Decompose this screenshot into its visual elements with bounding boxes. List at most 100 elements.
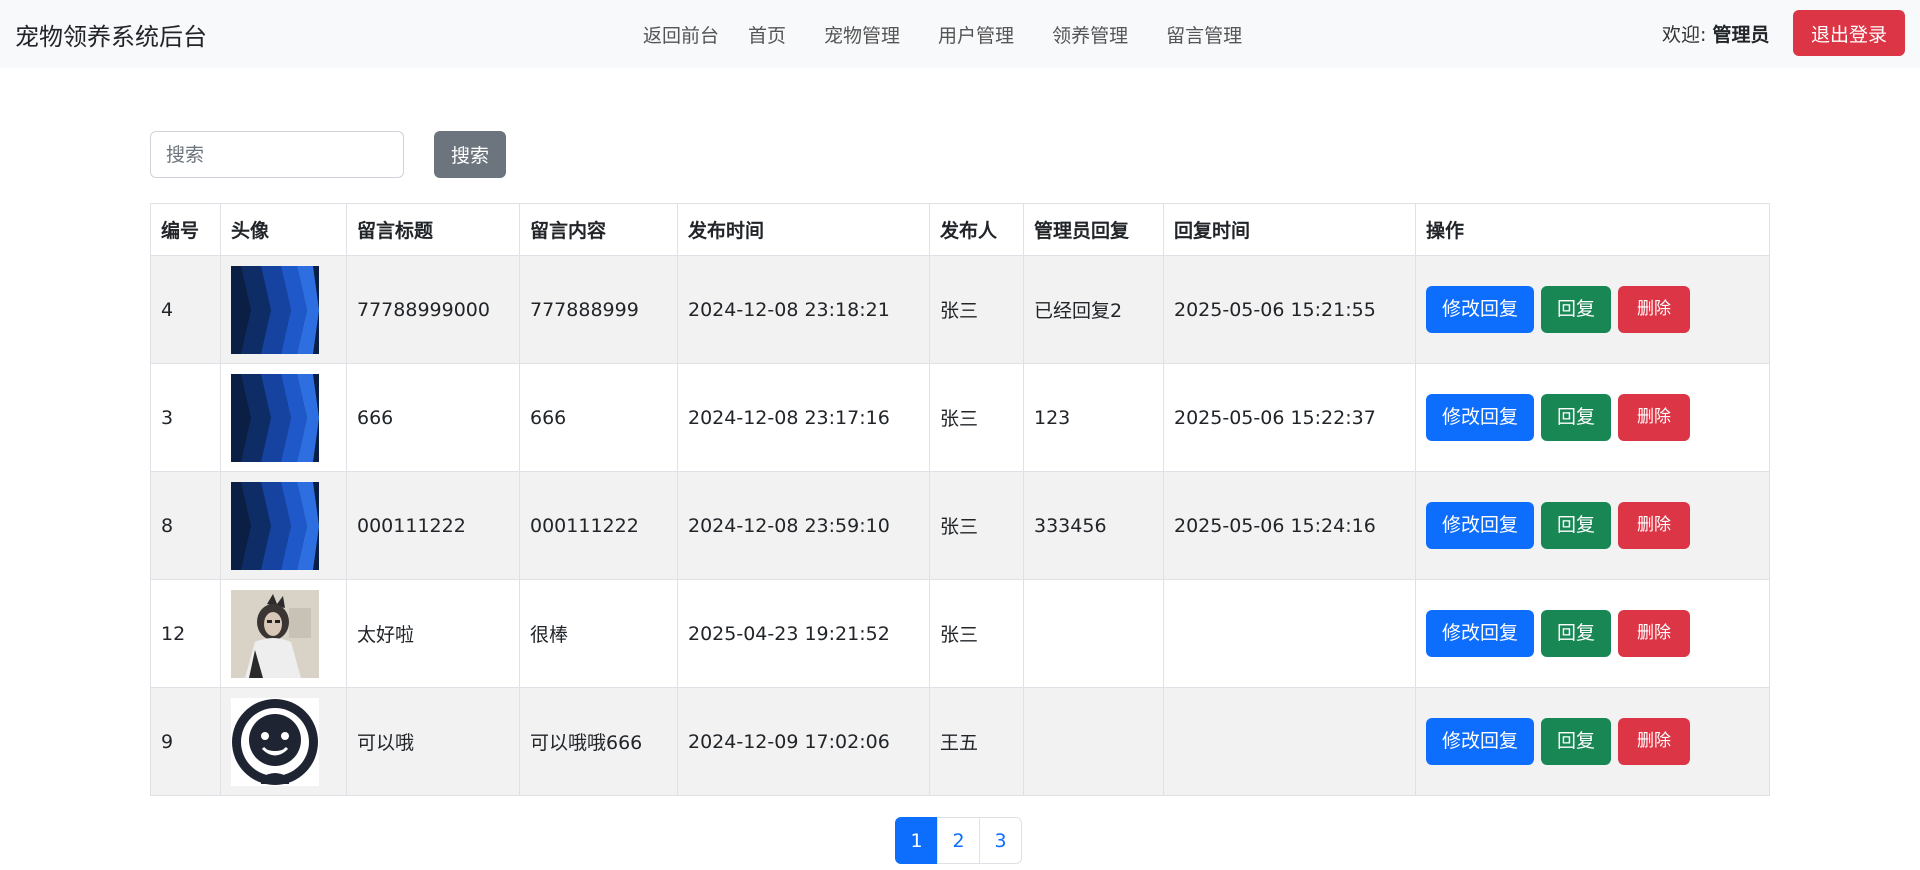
cell-admin-reply — [1023, 579, 1164, 688]
pagination: 1 2 3 — [895, 817, 1022, 864]
table-row: 4 77788999000 777888999 2024-12-08 23:18… — [150, 255, 1770, 364]
photo-avatar — [231, 589, 319, 678]
header-id: 编号 — [150, 203, 221, 256]
cell-reply-time: 2025-05-06 15:22:37 — [1163, 363, 1416, 472]
cell-content: 777888999 — [519, 255, 678, 364]
cell-id: 12 — [150, 579, 221, 688]
cell-actions: 修改回复 回复 删除 — [1415, 471, 1770, 580]
cell-avatar — [220, 363, 347, 472]
page-2-button[interactable]: 2 — [937, 817, 980, 864]
cell-author: 王五 — [929, 687, 1024, 796]
reply-button[interactable]: 回复 — [1541, 286, 1612, 333]
cell-reply-time: 2025-05-06 15:21:55 — [1163, 255, 1416, 364]
blue-pattern-avatar — [231, 481, 319, 570]
delete-button[interactable]: 删除 — [1618, 718, 1691, 765]
nav-message-management[interactable]: 留言管理 — [1147, 21, 1261, 48]
edit-reply-button[interactable]: 修改回复 — [1426, 610, 1535, 657]
smiley-avatar — [231, 697, 319, 786]
edit-reply-button[interactable]: 修改回复 — [1426, 286, 1535, 333]
main-nav: 返回前台 首页 宠物管理 用户管理 领养管理 留言管理 — [631, 0, 1261, 68]
table-header-row: 编号 头像 留言标题 留言内容 发布时间 发布人 管理员回复 回复时间 操作 — [150, 203, 1770, 256]
edit-reply-button[interactable]: 修改回复 — [1426, 394, 1535, 441]
cell-title: 666 — [346, 363, 520, 472]
delete-button[interactable]: 删除 — [1618, 502, 1691, 549]
header-content: 留言内容 — [519, 203, 678, 256]
top-navbar: 宠物领养系统后台 返回前台 首页 宠物管理 用户管理 领养管理 留言管理 欢迎:… — [0, 0, 1920, 68]
search-input[interactable] — [150, 131, 404, 178]
cell-title: 77788999000 — [346, 255, 520, 364]
header-actions: 操作 — [1415, 203, 1770, 256]
cell-actions: 修改回复 回复 删除 — [1415, 255, 1770, 364]
header-reply-time: 回复时间 — [1163, 203, 1416, 256]
cell-actions: 修改回复 回复 删除 — [1415, 363, 1770, 472]
message-table: 编号 头像 留言标题 留言内容 发布时间 发布人 管理员回复 回复时间 操作 4 — [150, 203, 1770, 796]
blue-pattern-avatar — [231, 265, 319, 354]
cell-publish-time: 2024-12-09 17:02:06 — [677, 687, 930, 796]
header-admin-reply: 管理员回复 — [1023, 203, 1164, 256]
cell-admin-reply — [1023, 687, 1164, 796]
page-3-button[interactable]: 3 — [979, 817, 1022, 864]
search-button[interactable]: 搜索 — [434, 131, 506, 178]
reply-button[interactable]: 回复 — [1541, 718, 1612, 765]
cell-avatar — [220, 471, 347, 580]
delete-button[interactable]: 删除 — [1618, 286, 1691, 333]
cell-title: 可以哦 — [346, 687, 520, 796]
reply-button[interactable]: 回复 — [1541, 610, 1612, 657]
cell-author: 张三 — [929, 579, 1024, 688]
cell-content: 可以哦哦666 — [519, 687, 678, 796]
delete-button[interactable]: 删除 — [1618, 394, 1691, 441]
cell-title: 太好啦 — [346, 579, 520, 688]
cell-content: 很棒 — [519, 579, 678, 688]
reply-button[interactable]: 回复 — [1541, 394, 1612, 441]
cell-author: 张三 — [929, 363, 1024, 472]
welcome-text: 欢迎: 管理员 — [1662, 20, 1769, 47]
header-title: 留言标题 — [346, 203, 520, 256]
page-1-button[interactable]: 1 — [895, 817, 938, 864]
logout-button[interactable]: 退出登录 — [1793, 10, 1905, 56]
nav-pet-management[interactable]: 宠物管理 — [805, 21, 919, 48]
header-publish-time: 发布时间 — [677, 203, 930, 256]
reply-button[interactable]: 回复 — [1541, 502, 1612, 549]
cell-avatar — [220, 255, 347, 364]
cell-publish-time: 2024-12-08 23:17:16 — [677, 363, 930, 472]
edit-reply-button[interactable]: 修改回复 — [1426, 502, 1535, 549]
nav-frontend[interactable]: 返回前台 — [631, 21, 729, 48]
cell-reply-time — [1163, 687, 1416, 796]
nav-adoption-management[interactable]: 领养管理 — [1033, 21, 1147, 48]
blue-pattern-avatar — [231, 373, 319, 462]
brand-title: 宠物领养系统后台 — [15, 23, 207, 51]
cell-id: 3 — [150, 363, 221, 472]
cell-admin-reply: 333456 — [1023, 471, 1164, 580]
cell-title: 000111222 — [346, 471, 520, 580]
table-row: 3 666 666 2024-12-08 23:17:16 张三 123 202… — [150, 363, 1770, 472]
cell-reply-time: 2025-05-06 15:24:16 — [1163, 471, 1416, 580]
edit-reply-button[interactable]: 修改回复 — [1426, 718, 1535, 765]
welcome-prefix: 欢迎: — [1662, 24, 1707, 46]
cell-content: 000111222 — [519, 471, 678, 580]
cell-id: 9 — [150, 687, 221, 796]
cell-publish-time: 2024-12-08 23:59:10 — [677, 471, 930, 580]
cell-author: 张三 — [929, 255, 1024, 364]
header-avatar: 头像 — [220, 203, 347, 256]
cell-publish-time: 2024-12-08 23:18:21 — [677, 255, 930, 364]
cell-id: 8 — [150, 471, 221, 580]
cell-avatar — [220, 579, 347, 688]
table-row: 12 太好啦 很棒 2025-04-23 19:21:52 张三 修改回复 回复… — [150, 579, 1770, 688]
cell-admin-reply: 已经回复2 — [1023, 255, 1164, 364]
nav-home[interactable]: 首页 — [729, 21, 805, 48]
table-row: 8 000111222 000111222 2024-12-08 23:59:1… — [150, 471, 1770, 580]
cell-actions: 修改回复 回复 删除 — [1415, 579, 1770, 688]
delete-button[interactable]: 删除 — [1618, 610, 1691, 657]
current-user: 管理员 — [1712, 24, 1770, 46]
nav-user-management[interactable]: 用户管理 — [919, 21, 1033, 48]
table-row: 9 可以哦 可以哦哦666 2024-12-09 17:02:06 王五 修改回… — [150, 687, 1770, 796]
header-author: 发布人 — [929, 203, 1024, 256]
cell-author: 张三 — [929, 471, 1024, 580]
cell-publish-time: 2025-04-23 19:21:52 — [677, 579, 930, 688]
cell-id: 4 — [150, 255, 221, 364]
cell-reply-time — [1163, 579, 1416, 688]
cell-actions: 修改回复 回复 删除 — [1415, 687, 1770, 796]
cell-content: 666 — [519, 363, 678, 472]
cell-avatar — [220, 687, 347, 796]
cell-admin-reply: 123 — [1023, 363, 1164, 472]
